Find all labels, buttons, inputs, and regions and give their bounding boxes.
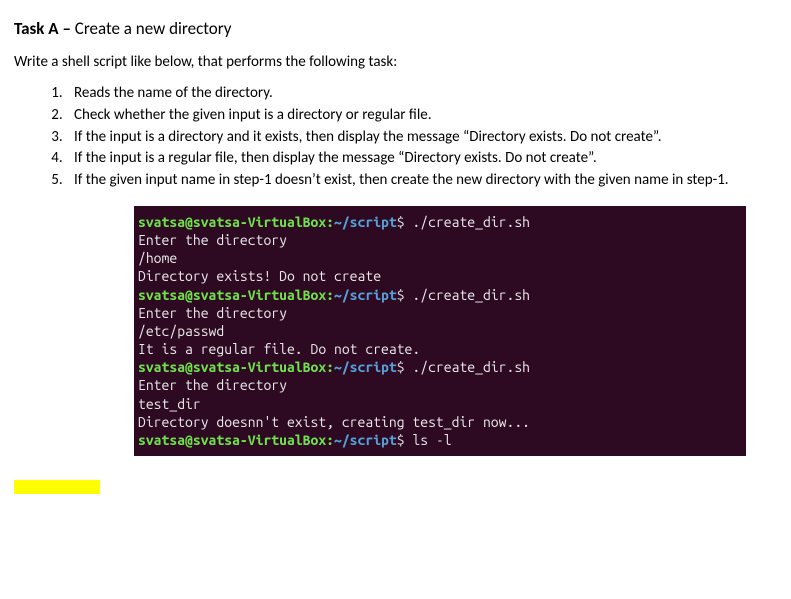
- terminal-output-line: Enter the directory: [138, 231, 742, 249]
- prompt-symbol: $: [397, 214, 413, 230]
- output-text: /etc/passwd: [138, 323, 224, 339]
- steps-list: Reads the name of the directory. Check w…: [14, 83, 777, 192]
- output-text: Directory exists! Do not create: [138, 268, 381, 284]
- terminal-output-line: It is a regular file. Do not create.: [138, 340, 742, 358]
- prompt-path: ~/script: [334, 359, 397, 375]
- prompt-path: ~/script: [334, 432, 397, 448]
- list-item: Check whether the given input is a direc…: [66, 105, 777, 127]
- prompt-symbol: $: [397, 287, 413, 303]
- prompt-symbol: $: [397, 432, 413, 448]
- output-text: /home: [138, 250, 177, 266]
- task-label: Task A –: [14, 18, 75, 39]
- terminal-command-line: svatsa@svatsa-VirtualBox:~/script$ ./cre…: [138, 358, 742, 376]
- list-item: If the given input name in step-1 doesn’…: [66, 170, 777, 192]
- terminal-output-line: Enter the directory: [138, 304, 742, 322]
- prompt-symbol: $: [397, 359, 413, 375]
- terminal-output: svatsa@svatsa-VirtualBox:~/script$ ./cre…: [134, 206, 746, 456]
- terminal-output-line: Directory exists! Do not create: [138, 267, 742, 285]
- output-text: Enter the directory: [138, 377, 287, 393]
- prompt-user: svatsa@svatsa-VirtualBox:: [138, 214, 334, 230]
- list-item: Reads the name of the directory.: [66, 83, 777, 105]
- output-text: test_dir: [138, 396, 201, 412]
- command-text: ./create_dir.sh: [412, 359, 530, 375]
- terminal-output-line: test_dir: [138, 395, 742, 413]
- prompt-user: svatsa@svatsa-VirtualBox:: [138, 359, 334, 375]
- intro-paragraph: Write a shell script like below, that pe…: [14, 53, 777, 71]
- task-title: Create a new directory: [75, 18, 232, 39]
- prompt-user: svatsa@svatsa-VirtualBox:: [138, 432, 334, 448]
- terminal-command-line: svatsa@svatsa-VirtualBox:~/script$ ./cre…: [138, 213, 742, 231]
- highlight-marker: [14, 480, 100, 494]
- prompt-user: svatsa@svatsa-VirtualBox:: [138, 287, 334, 303]
- prompt-path: ~/script: [334, 214, 397, 230]
- output-text: Enter the directory: [138, 305, 287, 321]
- list-item: If the input is a directory and it exist…: [66, 127, 777, 149]
- terminal-output-line: /home: [138, 249, 742, 267]
- prompt-path: ~/script: [334, 287, 397, 303]
- output-text: It is a regular file. Do not create.: [138, 341, 420, 357]
- output-text: Enter the directory: [138, 232, 287, 248]
- terminal-output-line: Enter the directory: [138, 376, 742, 394]
- task-heading: Task A – Create a new directory: [14, 18, 777, 39]
- terminal-output-line: Directory doesnn't exist, creating test_…: [138, 413, 742, 431]
- terminal-command-line: svatsa@svatsa-VirtualBox:~/script$ ./cre…: [138, 286, 742, 304]
- command-text: ls -l: [412, 432, 451, 448]
- command-text: ./create_dir.sh: [412, 214, 530, 230]
- terminal-output-line: /etc/passwd: [138, 322, 742, 340]
- output-text: Directory doesnn't exist, creating test_…: [138, 414, 530, 430]
- list-item: If the input is a regular file, then dis…: [66, 148, 777, 170]
- terminal-command-line: svatsa@svatsa-VirtualBox:~/script$ ls -l: [138, 431, 742, 449]
- command-text: ./create_dir.sh: [412, 287, 530, 303]
